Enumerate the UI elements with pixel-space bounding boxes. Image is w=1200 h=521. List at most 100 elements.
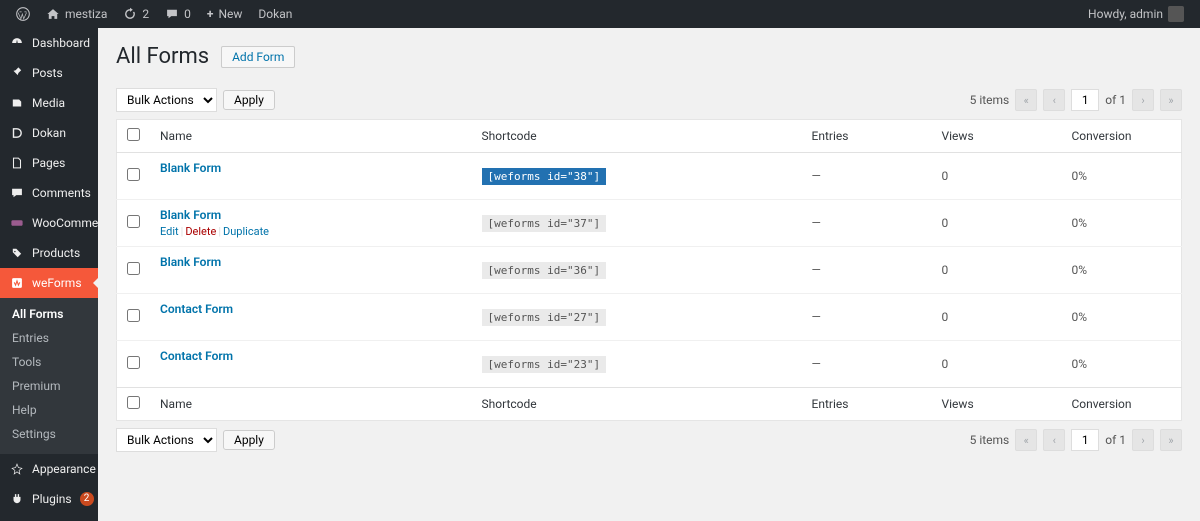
row-checkbox[interactable] — [127, 356, 140, 369]
shortcode-value[interactable]: [weforms id="23"] — [482, 356, 607, 373]
page-first-top[interactable]: « — [1015, 89, 1037, 111]
avatar — [1168, 6, 1184, 22]
form-name-link[interactable]: Contact Form — [160, 302, 233, 316]
menu-plugins[interactable]: Plugins 2 — [0, 484, 98, 514]
col-views[interactable]: Views — [932, 120, 1062, 153]
plugins-icon — [10, 492, 24, 506]
form-name-link[interactable]: Blank Form — [160, 208, 221, 222]
bulk-actions-select-bottom[interactable]: Bulk Actions — [116, 428, 217, 452]
row-checkbox[interactable] — [127, 309, 140, 322]
page-current-bottom[interactable] — [1071, 429, 1099, 451]
page-last-bottom[interactable]: » — [1160, 429, 1182, 451]
menu-posts[interactable]: Posts — [0, 58, 98, 88]
site-link[interactable]: mestiza — [38, 0, 115, 28]
tablenav-bottom: Bulk Actions Apply 5 items « ‹ of 1 › » — [116, 423, 1182, 457]
comments-icon — [10, 186, 24, 200]
views-value: 0 — [932, 294, 1062, 341]
menu-media[interactable]: Media — [0, 88, 98, 118]
entries-value: — — [802, 294, 932, 341]
row-checkbox[interactable] — [127, 262, 140, 275]
dokan-topbar-link[interactable]: Dokan — [250, 0, 300, 28]
form-name-link[interactable]: Blank Form — [160, 161, 221, 175]
dokan-icon — [10, 126, 24, 140]
plugins-badge: 2 — [80, 492, 94, 506]
menu-products[interactable]: Products — [0, 238, 98, 268]
add-form-button[interactable]: Add Form — [221, 46, 295, 68]
shortcode-value[interactable]: [weforms id="37"] — [482, 215, 607, 232]
page-prev-top[interactable]: ‹ — [1043, 89, 1065, 111]
forms-table: Name Shortcode Entries Views Conversion … — [116, 119, 1182, 421]
select-all-bottom[interactable] — [127, 396, 140, 409]
apply-button-bottom[interactable]: Apply — [223, 430, 275, 450]
shortcode-value[interactable]: [weforms id="36"] — [482, 262, 607, 279]
appearance-icon — [10, 462, 24, 476]
shortcode-value[interactable]: [weforms id="27"] — [482, 309, 607, 326]
comment-icon — [165, 7, 179, 21]
action-duplicate[interactable]: Duplicate — [223, 225, 269, 238]
col-conversion[interactable]: Conversion — [1062, 120, 1182, 153]
howdy-text: Howdy, admin — [1088, 7, 1163, 21]
form-name-link[interactable]: Contact Form — [160, 349, 233, 363]
menu-dokan[interactable]: Dokan — [0, 118, 98, 148]
colf-entries[interactable]: Entries — [802, 388, 932, 421]
colf-shortcode[interactable]: Shortcode — [472, 388, 802, 421]
colf-conversion[interactable]: Conversion — [1062, 388, 1182, 421]
comments-count: 0 — [184, 7, 191, 21]
table-row: Contact FormEdit|Delete|Duplicate[weform… — [117, 294, 1182, 341]
select-all-top[interactable] — [127, 128, 140, 141]
row-actions: Edit|Delete|Duplicate — [160, 222, 462, 238]
views-value: 0 — [932, 153, 1062, 200]
updates-link[interactable]: 2 — [115, 0, 157, 28]
row-checkbox[interactable] — [127, 215, 140, 228]
conversion-value: 0% — [1062, 247, 1182, 294]
menu-woocommerce[interactable]: WooCommerce — [0, 208, 98, 238]
page-last-top[interactable]: » — [1160, 89, 1182, 111]
action-delete[interactable]: Delete — [185, 225, 216, 238]
entries-value: — — [802, 247, 932, 294]
menu-appearance[interactable]: Appearance — [0, 454, 98, 484]
items-count-top: 5 items — [970, 93, 1010, 107]
wp-logo-menu[interactable] — [8, 0, 38, 28]
pin-icon — [10, 66, 24, 80]
plus-icon: + — [207, 7, 214, 21]
menu-pages[interactable]: Pages — [0, 148, 98, 178]
menu-dashboard[interactable]: Dashboard — [0, 28, 98, 58]
colf-name[interactable]: Name — [150, 388, 472, 421]
comments-link[interactable]: 0 — [157, 0, 199, 28]
weforms-icon — [10, 276, 24, 290]
col-entries[interactable]: Entries — [802, 120, 932, 153]
conversion-value: 0% — [1062, 341, 1182, 388]
action-edit[interactable]: Edit — [160, 225, 179, 238]
apply-button-top[interactable]: Apply — [223, 90, 275, 110]
submenu-all-forms[interactable]: All Forms — [0, 302, 98, 326]
menu-weforms[interactable]: weForms — [0, 268, 98, 298]
colf-views[interactable]: Views — [932, 388, 1062, 421]
page-icon — [10, 156, 24, 170]
form-name-link[interactable]: Blank Form — [160, 255, 221, 269]
howdy-link[interactable]: Howdy, admin — [1080, 0, 1192, 28]
page-next-bottom[interactable]: › — [1132, 429, 1154, 451]
col-shortcode[interactable]: Shortcode — [472, 120, 802, 153]
submenu-entries[interactable]: Entries — [0, 326, 98, 350]
main-content: All Forms Add Form Bulk Actions Apply 5 … — [98, 28, 1200, 521]
page-prev-bottom[interactable]: ‹ — [1043, 429, 1065, 451]
submenu-settings[interactable]: Settings — [0, 422, 98, 446]
bulk-actions-select-top[interactable]: Bulk Actions — [116, 88, 217, 112]
menu-comments[interactable]: Comments — [0, 178, 98, 208]
menu-users[interactable]: Users — [0, 514, 98, 521]
updates-count: 2 — [142, 7, 149, 21]
conversion-value: 0% — [1062, 153, 1182, 200]
page-current-top[interactable] — [1071, 89, 1099, 111]
submenu-tools[interactable]: Tools — [0, 350, 98, 374]
page-first-bottom[interactable]: « — [1015, 429, 1037, 451]
shortcode-value[interactable]: [weforms id="38"] — [482, 168, 607, 185]
submenu-help[interactable]: Help — [0, 398, 98, 422]
update-icon — [123, 7, 137, 21]
new-link[interactable]: + New — [199, 0, 251, 28]
col-name[interactable]: Name — [150, 120, 472, 153]
row-checkbox[interactable] — [127, 168, 140, 181]
tablenav-top: Bulk Actions Apply 5 items « ‹ of 1 › » — [116, 83, 1182, 117]
page-of-bottom: of 1 — [1105, 433, 1126, 447]
page-next-top[interactable]: › — [1132, 89, 1154, 111]
submenu-premium[interactable]: Premium — [0, 374, 98, 398]
